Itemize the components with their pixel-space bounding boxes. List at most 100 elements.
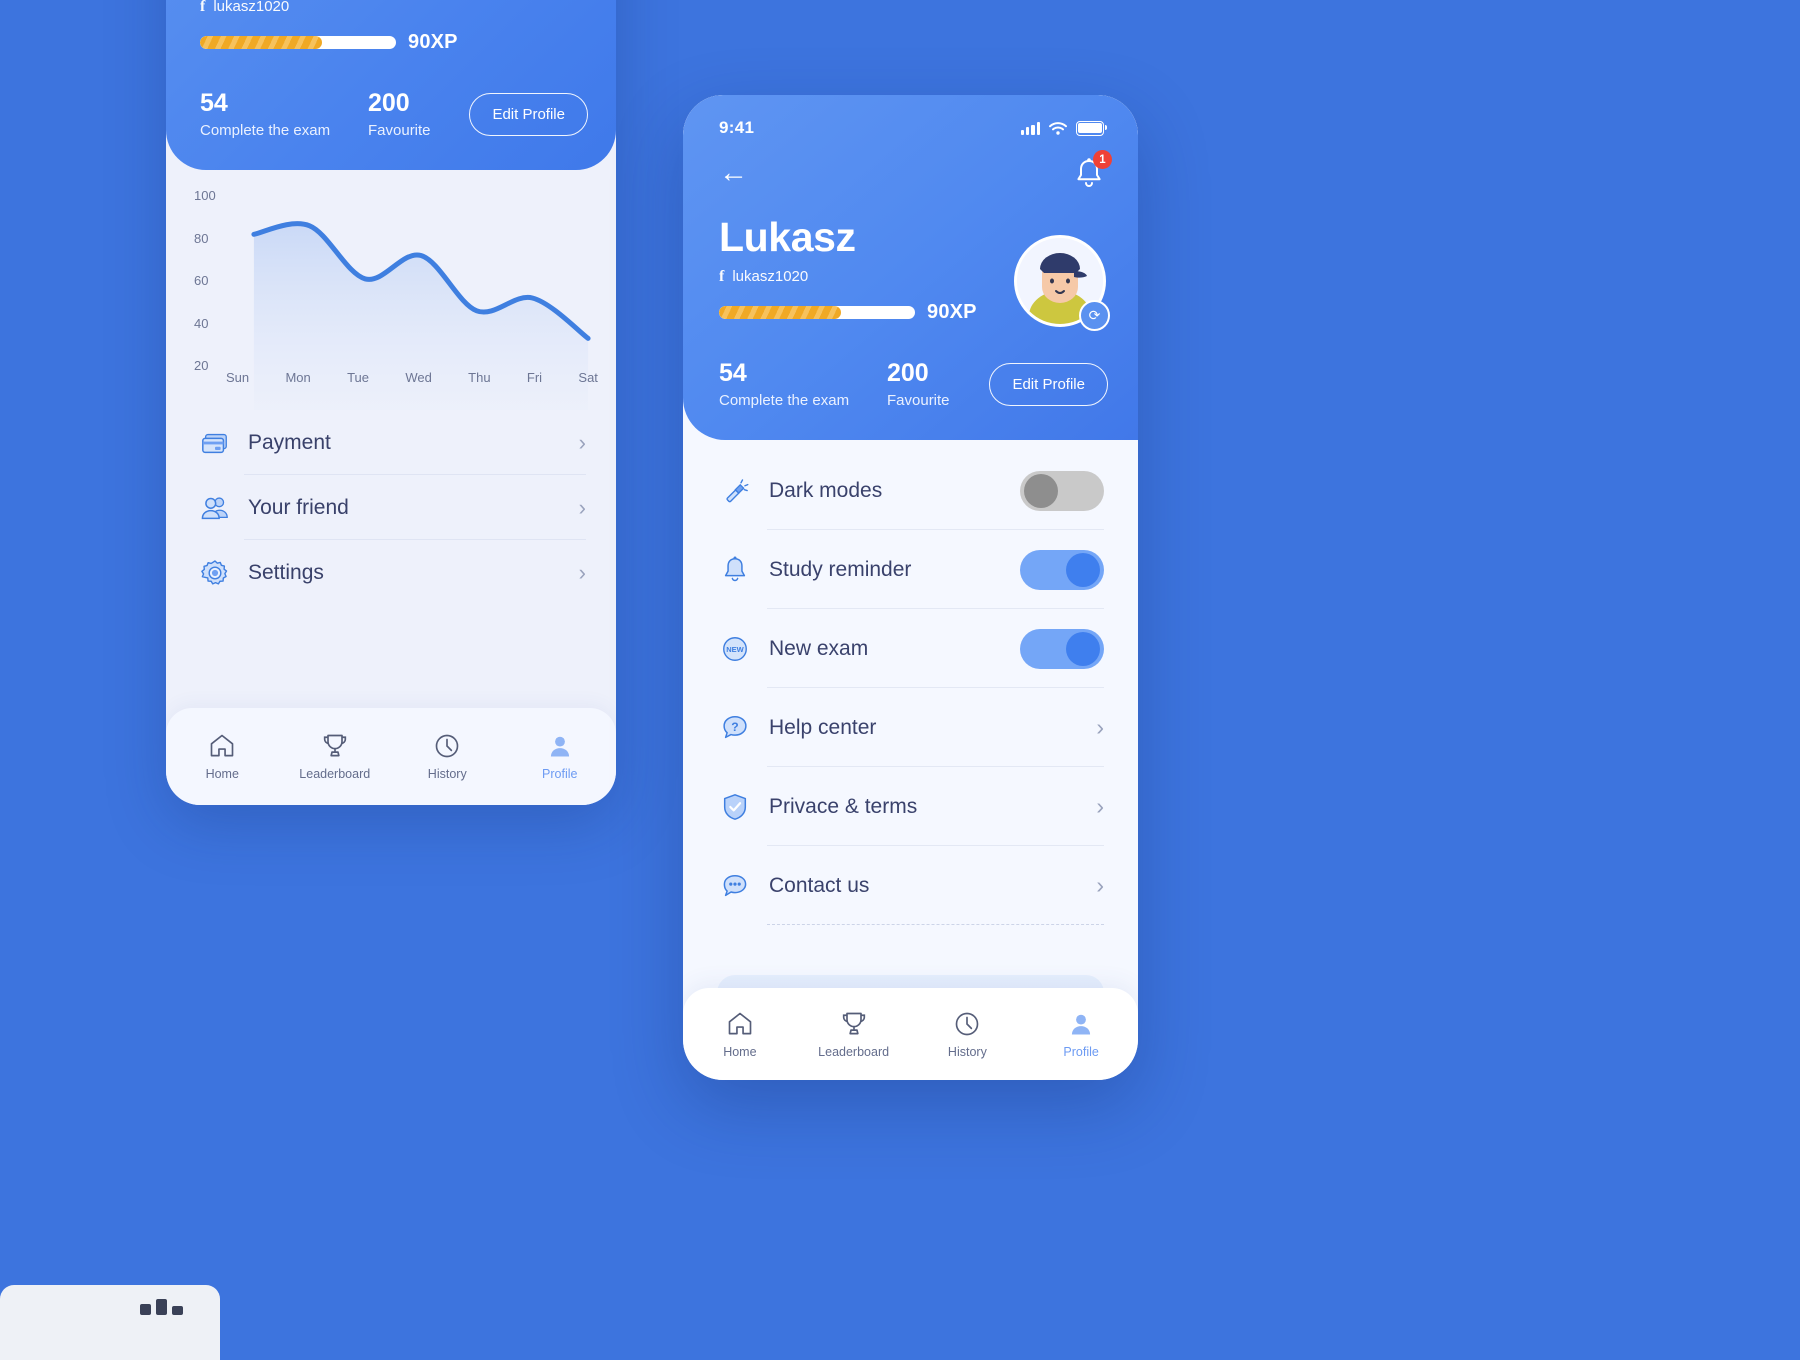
toggle-knob <box>1066 631 1100 666</box>
chart-y-tick: 40 <box>194 315 209 331</box>
left-bottom-nav: Home Leaderboard History Profile <box>166 708 616 805</box>
nav-item-profile[interactable]: Profile <box>1024 1010 1138 1059</box>
menu-item-label: Your friend <box>248 495 349 519</box>
settings-item-new-exam[interactable]: NEW New exam <box>683 609 1138 688</box>
edit-profile-button[interactable]: Edit Profile <box>989 363 1108 407</box>
stat-value: 200 <box>887 359 929 387</box>
toggle-knob <box>1066 552 1100 587</box>
nav-item-profile[interactable]: Profile <box>504 732 617 781</box>
bell-icon <box>717 552 753 588</box>
clock-icon <box>435 734 459 758</box>
nav-item-home[interactable]: Home <box>683 1010 797 1059</box>
nav-item-history[interactable]: History <box>391 732 504 781</box>
decorative-card <box>0 1285 220 1360</box>
settings-item-label: Study reminder <box>769 557 912 581</box>
home-icon <box>208 732 236 760</box>
nav-item-home[interactable]: Home <box>166 732 279 781</box>
chart-x-tick: Wed <box>405 370 432 385</box>
settings-item-dark-modes[interactable]: Dark modes <box>683 451 1138 530</box>
left-profile-header: ⟳ f lukasz1020 90XP 54 Complete the exam… <box>166 0 616 170</box>
activity-chart: 100 80 60 40 20 Sun Mon Tue Wed Thu Fri Sat <box>166 170 616 420</box>
settings-item-label: New exam <box>769 636 869 660</box>
chat-dots-icon <box>723 874 747 896</box>
profile-stats-row: 54 Complete the exam 200 Favourite Edit … <box>719 360 1108 409</box>
menu-item-your-friend[interactable]: Your friend › <box>166 475 616 540</box>
nav-item-label: Leaderboard <box>299 767 371 781</box>
stat-caption: Complete the exam <box>719 392 850 410</box>
status-bar: 9:41 <box>683 95 1138 147</box>
settings-item-study-reminder[interactable]: Study reminder <box>683 530 1138 609</box>
toggle-on[interactable] <box>1020 549 1104 590</box>
home-icon <box>726 1010 754 1038</box>
xp-progress-bar <box>200 36 396 49</box>
gear-icon <box>196 556 234 590</box>
menu-item-payment[interactable]: Payment › <box>166 410 616 475</box>
right-top-bar: ← 1 <box>719 150 1112 189</box>
shield-check-icon <box>723 793 747 820</box>
chart-y-tick: 80 <box>194 230 209 246</box>
settings-item-privace-terms[interactable]: Privace & terms › <box>683 767 1138 846</box>
stat-caption: Favourite <box>368 122 431 140</box>
trophy-icon <box>321 732 349 760</box>
nav-item-leaderboard[interactable]: Leaderboard <box>797 1010 911 1059</box>
user-icon <box>546 732 574 760</box>
stat-favourite: 200 Favourite <box>368 89 431 140</box>
nav-item-label: Home <box>205 767 239 781</box>
arrow-left-icon[interactable]: ← <box>719 158 748 188</box>
nav-item-leaderboard[interactable]: Leaderboard <box>279 732 392 781</box>
stat-caption: Complete the exam <box>200 122 331 140</box>
question-bubble-icon: ? <box>717 710 753 746</box>
trophy-icon <box>842 1012 865 1034</box>
nav-item-label: Profile <box>1063 1044 1099 1059</box>
chevron-right-icon: › <box>1096 872 1104 898</box>
chart-x-tick: Sat <box>578 370 598 385</box>
friends-icon <box>201 496 228 519</box>
xp-progress: 90XP <box>719 301 1108 324</box>
menu-item-label: Settings <box>248 560 324 584</box>
notification-bell-button[interactable]: 1 <box>1074 150 1112 189</box>
nav-item-history[interactable]: History <box>911 1010 1025 1059</box>
stat-favourite: 200 Favourite <box>887 359 950 410</box>
toggle-off[interactable] <box>1020 470 1104 511</box>
xp-progress: 90XP <box>200 31 588 54</box>
flashlight-icon <box>726 478 749 502</box>
status-bar-time: 9:41 <box>719 118 755 137</box>
home-icon <box>210 734 234 757</box>
right-phone-screen: 9:41 ← 1 ⟳ Lukasz f lukasz1020 90XP 54 C… <box>683 95 1138 1080</box>
svg-text:NEW: NEW <box>726 644 744 653</box>
new-badge-icon: NEW <box>717 631 753 667</box>
nav-item-label: History <box>947 1044 987 1059</box>
cellular-bars-icon <box>1020 121 1040 135</box>
credit-card-icon <box>196 426 234 460</box>
nav-item-label: Leaderboard <box>818 1044 890 1059</box>
nav-item-label: History <box>427 767 467 781</box>
stat-value: 200 <box>368 89 410 117</box>
toggle-on[interactable] <box>1020 628 1104 669</box>
edit-profile-button[interactable]: Edit Profile <box>469 93 588 137</box>
chevron-right-icon: › <box>578 429 586 455</box>
shield-check-icon <box>717 789 753 825</box>
chart-x-axis: Sun Mon Tue Wed Thu Fri Sat <box>226 370 598 385</box>
settings-item-help-center[interactable]: ? Help center › <box>683 688 1138 767</box>
chat-dots-icon <box>717 868 753 904</box>
bell-icon <box>724 556 746 581</box>
chart-x-tick: Tue <box>347 370 370 385</box>
user-icon <box>1072 1014 1091 1034</box>
settings-list: Dark modes Study reminder NEW New exam ?… <box>683 451 1138 925</box>
settings-item-contact-us[interactable]: Contact us › <box>683 846 1138 925</box>
stat-value: 54 <box>200 89 228 117</box>
xp-progress-bar <box>719 306 915 319</box>
menu-item-settings[interactable]: Settings › <box>166 540 616 605</box>
chart-y-tick: 60 <box>194 273 209 288</box>
chart-y-tick: 100 <box>194 188 216 203</box>
settings-item-label: Dark modes <box>769 478 883 502</box>
chart-x-tick: Mon <box>285 370 311 385</box>
chevron-right-icon: › <box>1096 793 1104 819</box>
divider <box>767 924 1104 925</box>
settings-item-label: Help center <box>769 715 877 739</box>
menu-item-label: Payment <box>248 430 331 454</box>
chart-x-tick: Fri <box>526 370 543 385</box>
credit-card-icon <box>202 433 227 453</box>
facebook-username: f lukasz1020 <box>200 0 588 15</box>
right-bottom-nav: Home Leaderboard History Profile <box>683 988 1138 1080</box>
